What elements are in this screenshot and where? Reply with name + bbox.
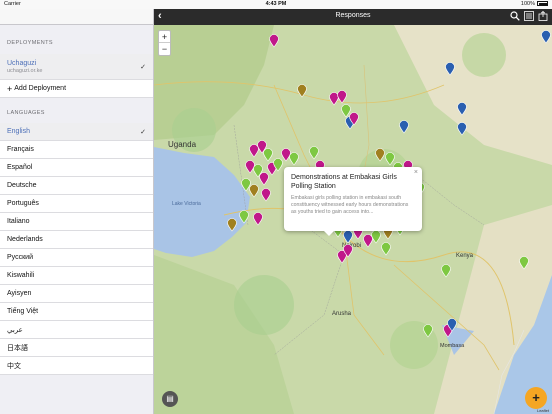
language-list: English ✓ Français Español Deutsche Português… bbox=[0, 123, 153, 375]
map-label-mombasa: Mombasa bbox=[440, 343, 465, 349]
language-label: English bbox=[7, 128, 30, 135]
map-view[interactable]: Uganda Kenya Nairobi Arusha Mombasa Lake… bbox=[154, 25, 552, 414]
add-deployment-button[interactable]: + Add Deployment bbox=[0, 80, 153, 98]
language-item[interactable]: Português bbox=[0, 195, 153, 213]
deployments-header: DEPLOYMENTS bbox=[7, 40, 53, 46]
language-item[interactable]: 日本語 bbox=[0, 339, 153, 357]
list-icon[interactable] bbox=[524, 11, 534, 21]
map-label-uganda: Uganda bbox=[168, 140, 197, 149]
language-label: Русский bbox=[7, 254, 33, 261]
language-item[interactable]: Français bbox=[0, 141, 153, 159]
battery-percent: 100% bbox=[520, 1, 535, 7]
languages-header: LANGUAGES bbox=[7, 110, 45, 116]
language-label: Ayisyen bbox=[7, 290, 32, 297]
map-label-arusha: Arusha bbox=[332, 311, 352, 317]
sidebar-top-bar bbox=[0, 9, 153, 25]
language-item[interactable]: Nederlands bbox=[0, 231, 153, 249]
zoom-in-button[interactable]: + bbox=[159, 31, 170, 43]
popup-title[interactable]: Demonstrations at Embakasi Girls Polling… bbox=[291, 173, 415, 191]
language-label: Español bbox=[7, 164, 33, 171]
export-icon[interactable] bbox=[538, 11, 548, 21]
language-label: Français bbox=[7, 146, 34, 153]
map-label-lake-victoria: Lake Victoria bbox=[172, 201, 201, 207]
language-item[interactable]: English ✓ bbox=[0, 123, 153, 141]
language-item[interactable]: Русский bbox=[0, 249, 153, 267]
language-label: Deutsche bbox=[7, 182, 37, 189]
language-label: Tiếng Việt bbox=[7, 308, 39, 315]
checkmark-icon: ✓ bbox=[140, 63, 146, 71]
language-item[interactable]: Deutsche bbox=[0, 177, 153, 195]
deployment-item-uchaguzi[interactable]: Uchaguzi uchaguzi.or.ke ✓ bbox=[0, 54, 153, 80]
status-bar: Carrier 4:43 PM 100% bbox=[0, 0, 552, 9]
page-title: Responses bbox=[335, 12, 371, 19]
zoom-control: + − bbox=[158, 30, 171, 56]
plus-icon: + bbox=[7, 83, 13, 94]
language-label: Português bbox=[7, 200, 39, 207]
clock: 4:43 PM bbox=[265, 1, 287, 7]
marker-popup[interactable]: × Demonstrations at Embakasi Girls Polli… bbox=[284, 167, 422, 236]
deployment-url: uchaguzi.or.ke bbox=[7, 67, 43, 74]
language-item[interactable]: Tiếng Việt bbox=[0, 303, 153, 321]
language-label: Italiano bbox=[7, 218, 30, 225]
layers-button[interactable]: ▤ bbox=[162, 391, 178, 407]
language-item[interactable]: 中文 bbox=[0, 357, 153, 375]
language-item[interactable]: Español bbox=[0, 159, 153, 177]
language-item[interactable]: Ayisyen bbox=[0, 285, 153, 303]
language-item[interactable]: عربي bbox=[0, 321, 153, 339]
map-label-kenya: Kenya bbox=[456, 253, 474, 259]
language-label: Nederlands bbox=[7, 236, 43, 243]
navigation-bar: ‹ Responses bbox=[154, 9, 552, 25]
language-label: Kiswahili bbox=[7, 272, 35, 279]
battery-icon bbox=[537, 1, 548, 6]
checkmark-icon: ✓ bbox=[140, 128, 146, 136]
language-item[interactable]: Kiswahili bbox=[0, 267, 153, 285]
add-post-button[interactable]: + bbox=[525, 387, 547, 409]
map-layers-icon: ▤ bbox=[166, 394, 174, 403]
sidebar: DEPLOYMENTS Uchaguzi uchaguzi.or.ke ✓ + … bbox=[0, 9, 154, 414]
popup-body: Embakasi girls polling station in embaka… bbox=[291, 195, 409, 215]
add-deployment-label: Add Deployment bbox=[14, 85, 67, 92]
deployment-name: Uchaguzi bbox=[7, 59, 37, 67]
close-icon[interactable]: × bbox=[414, 169, 418, 176]
language-label: 日本語 bbox=[7, 344, 28, 352]
language-label: 中文 bbox=[7, 362, 21, 370]
battery-indicator: 100% bbox=[521, 1, 548, 7]
language-item[interactable]: Italiano bbox=[0, 213, 153, 231]
zoom-out-button[interactable]: − bbox=[159, 43, 170, 55]
language-label: عربي bbox=[7, 326, 23, 334]
search-icon[interactable] bbox=[510, 11, 520, 21]
map-attribution: Leaflet bbox=[536, 408, 549, 413]
